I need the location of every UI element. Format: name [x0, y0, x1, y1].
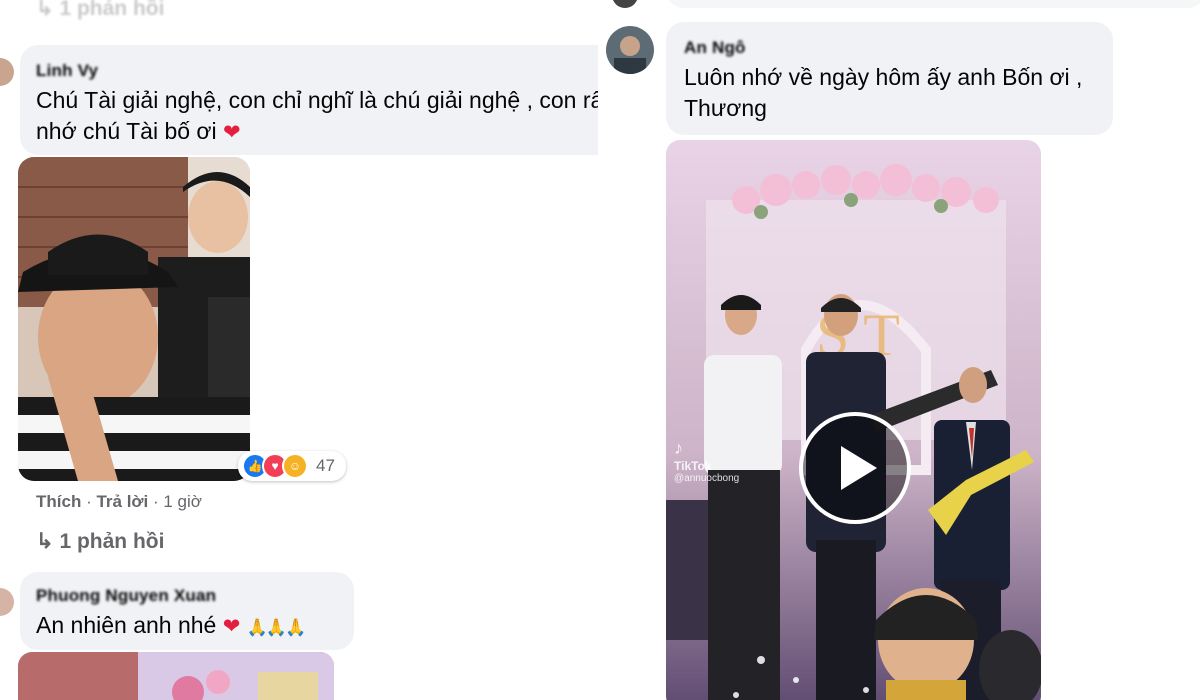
reply-arrow-icon: ↳ — [36, 530, 54, 553]
comment-text: Chú Tài giải nghệ, con chỉ nghĩ là chú g… — [36, 87, 600, 144]
left-comment-panel: ↳ 1 phản hồi Linh Vy Chú Tài giải nghệ, … — [0, 0, 600, 700]
panel-divider — [598, 0, 602, 700]
top-replies-link[interactable]: ↳ 1 phản hồi — [36, 0, 164, 21]
comment-timestamp[interactable]: 1 giờ — [163, 492, 202, 511]
avatar[interactable] — [606, 26, 654, 74]
comment-text: An nhiên anh nhé ❤ 🙏🙏🙏 — [36, 612, 306, 638]
play-icon — [841, 446, 877, 490]
like-action[interactable]: Thích — [36, 492, 81, 511]
comment-photo[interactable] — [18, 157, 250, 481]
heart-emoji-icon: ❤ — [222, 615, 241, 638]
pray-emoji-icon: 🙏🙏🙏 — [246, 618, 306, 637]
avatar[interactable] — [0, 58, 14, 86]
heart-emoji-icon: ❤ — [223, 121, 241, 144]
reply-action[interactable]: Trả lời — [96, 492, 148, 511]
right-comment-panel: An Ngô Luôn nhớ về ngày hôm ấy anh Bốn ơ… — [600, 0, 1200, 700]
comment-text: Luôn nhớ về ngày hôm ấy anh Bốn ơi , Thư… — [684, 64, 1083, 121]
avatar-image — [606, 26, 654, 74]
tiktok-watermark: ♪ TikTok @annuocbong — [674, 438, 740, 484]
reply-arrow-icon: ↳ — [36, 0, 54, 20]
view-replies-link[interactable]: ↳ 1 phản hồi — [36, 529, 164, 554]
photo-image — [18, 652, 334, 700]
comment-bubble: Phuong Nguyen Xuan An nhiên anh nhé ❤ 🙏🙏… — [20, 572, 354, 650]
photo-image — [18, 157, 250, 481]
avatar[interactable] — [612, 0, 638, 8]
comment-bubble: Linh Vy Chú Tài giải nghệ, con chỉ nghĩ … — [20, 45, 600, 155]
reaction-count: 47 — [316, 456, 335, 475]
comment-actions: Thích · Trả lời · 1 giờ — [36, 492, 202, 511]
previous-comment-bubble — [666, 0, 1200, 8]
reaction-summary[interactable]: 👍 ♥ ☺ 47 — [238, 451, 346, 481]
play-button[interactable] — [799, 412, 911, 524]
care-reaction-icon: ☺ — [282, 453, 308, 479]
tiktok-logo-icon: ♪ — [674, 438, 683, 458]
avatar[interactable] — [0, 588, 14, 616]
comment-bubble: An Ngô Luôn nhớ về ngày hôm ấy anh Bốn ơ… — [666, 22, 1113, 135]
comment-author[interactable]: Phuong Nguyen Xuan — [36, 586, 216, 606]
comment-author[interactable]: An Ngô — [684, 38, 746, 58]
comment-video[interactable]: S T ♪ TikTok @annuocbong — [666, 140, 1041, 700]
comment-photo[interactable] — [18, 652, 334, 700]
comment-author[interactable]: Linh Vy — [36, 61, 98, 81]
